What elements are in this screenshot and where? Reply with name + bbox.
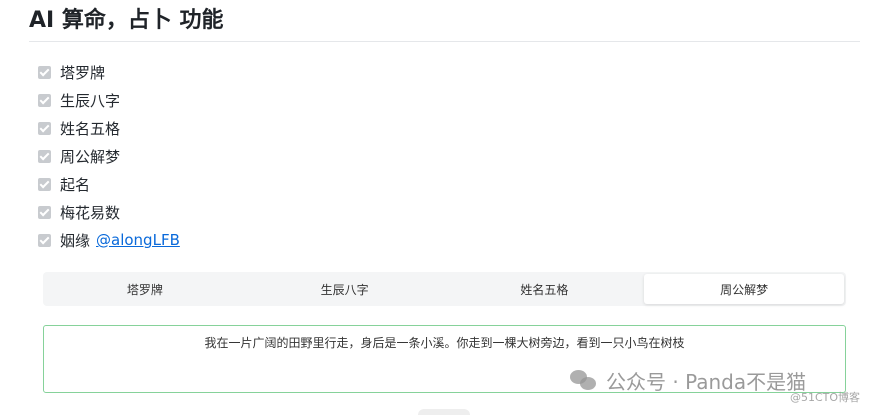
checkbox-icon[interactable] <box>38 205 51 219</box>
task-label: 生辰八字 <box>60 91 121 110</box>
task-item-bazi: 生辰八字 <box>38 86 180 114</box>
user-mention-link[interactable]: @alongLFB <box>96 231 180 249</box>
tab-name-analysis[interactable]: 姓名五格 <box>445 274 645 304</box>
watermark: 公众号 · Panda不是猫 <box>570 366 806 395</box>
watermark-credit: @51CTO博客 <box>790 391 861 404</box>
task-item-dream: 周公解梦 <box>38 142 180 170</box>
page: AI 算命，占卜 功能 塔罗牌 生辰八字 姓名五格 周公解梦 起名 梅花易数 姻… <box>0 0 889 415</box>
page-title: AI 算命，占卜 功能 <box>29 8 224 33</box>
task-label: 塔罗牌 <box>60 63 106 82</box>
task-item-naming: 起名 <box>38 170 180 198</box>
tab-dream[interactable]: 周公解梦 <box>644 274 844 304</box>
checkbox-icon[interactable] <box>38 65 51 79</box>
checkbox-icon[interactable] <box>38 149 51 163</box>
task-label: 周公解梦 <box>60 147 121 166</box>
scroll-hint <box>418 409 470 415</box>
feature-tabs: 塔罗牌 生辰八字 姓名五格 周公解梦 <box>43 272 846 306</box>
checkbox-icon[interactable] <box>38 233 51 247</box>
title-divider <box>29 41 860 42</box>
tab-bazi[interactable]: 生辰八字 <box>245 274 445 304</box>
task-item-meihua: 梅花易数 <box>38 198 180 226</box>
wechat-icon <box>570 369 598 392</box>
task-item-marriage: 姻缘 @alongLFB <box>38 226 180 254</box>
task-item-name-analysis: 姓名五格 <box>38 114 180 142</box>
checkbox-icon[interactable] <box>38 93 51 107</box>
feature-checklist: 塔罗牌 生辰八字 姓名五格 周公解梦 起名 梅花易数 姻缘 @alongLFB <box>38 58 180 254</box>
task-label: 梅花易数 <box>60 203 121 222</box>
task-item-tarot: 塔罗牌 <box>38 58 180 86</box>
task-label: 姻缘 <box>60 231 91 250</box>
watermark-text: 公众号 · Panda不是猫 <box>606 370 807 394</box>
task-label: 姓名五格 <box>60 119 121 138</box>
checkbox-icon[interactable] <box>38 121 51 135</box>
tab-tarot[interactable]: 塔罗牌 <box>45 274 245 304</box>
checkbox-icon[interactable] <box>38 177 51 191</box>
task-label: 起名 <box>60 175 91 194</box>
